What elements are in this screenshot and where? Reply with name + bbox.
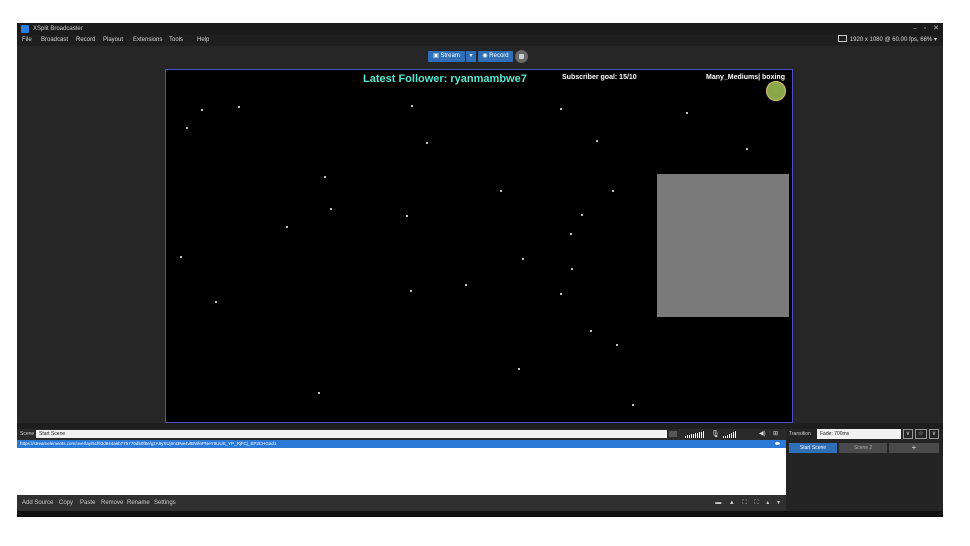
move-down-icon[interactable]: ▾ xyxy=(777,500,780,506)
transition-label: Transition xyxy=(789,431,811,437)
favorite-dropdown-icon[interactable]: ∨ xyxy=(929,429,939,439)
star-dot xyxy=(560,108,562,110)
favorite-star-icon[interactable]: ☆ xyxy=(915,429,927,439)
star-dot xyxy=(324,176,326,178)
star-dot xyxy=(632,404,634,406)
sources-list: https://streamelements.com/overlay/5cf93… xyxy=(17,440,786,495)
lock-icon[interactable]: ▲ xyxy=(729,500,735,506)
xsplit-window: XSplit Broadcaster – ▫ ✕ File Broadcast … xyxy=(17,23,943,517)
settings-button[interactable]: Settings xyxy=(154,495,176,511)
folder-icon[interactable]: ▬ xyxy=(715,500,721,506)
record-button[interactable]: ◉ Record xyxy=(478,51,513,62)
maximize-icon[interactable]: ▫ xyxy=(924,25,926,32)
app-logo-icon xyxy=(21,25,29,33)
star-dot xyxy=(330,208,332,210)
star-dot xyxy=(215,301,217,303)
resolution-label: 1920 x 1080 @ 60.00 fps, 66% xyxy=(849,37,933,43)
menu-help[interactable]: Help xyxy=(197,35,209,46)
transition-dropdown-icon[interactable]: ∨ xyxy=(903,429,913,439)
stream-dropdown-button[interactable]: ▾ xyxy=(466,51,476,62)
star-dot xyxy=(201,109,203,111)
audio-settings-icon[interactable]: ⊞ xyxy=(773,430,778,437)
star-dot xyxy=(410,290,412,292)
minimize-icon[interactable]: – xyxy=(913,25,917,32)
star-dot xyxy=(286,226,288,228)
star-dot xyxy=(318,392,320,394)
mic-volume-meter[interactable] xyxy=(723,431,737,438)
window-title: XSplit Broadcaster xyxy=(33,26,83,32)
sources-toolbar: Add Source Copy Paste Remove Rename Sett… xyxy=(17,495,786,511)
star-dot xyxy=(612,190,614,192)
speaker-icon[interactable]: ◀) xyxy=(759,430,766,437)
scene-name-field[interactable]: Start Scene xyxy=(36,430,667,438)
transition-panel: Transition Fade: 700ms ∨ ☆ ∨ Start Scene… xyxy=(786,429,943,511)
paste-button[interactable]: Paste xyxy=(80,495,95,511)
star-dot xyxy=(500,190,502,192)
copy-button[interactable]: Copy xyxy=(59,495,73,511)
channel-emblem-icon xyxy=(766,81,786,101)
visibility-eye-icon[interactable] xyxy=(775,442,780,445)
menu-tools[interactable]: Tools xyxy=(169,35,183,46)
star-dot xyxy=(596,140,598,142)
menu-record[interactable]: Record xyxy=(76,35,95,46)
resolution-selector[interactable]: 1920 x 1080 @ 60.00 fps, 66% ▾ xyxy=(837,35,937,46)
star-dot xyxy=(616,344,618,346)
latest-follower-text: Latest Follower: ryanmambwe7 xyxy=(363,73,527,85)
scene-start-button[interactable]: Start Scene xyxy=(789,443,837,453)
fullscreen-icon[interactable]: ⛶ xyxy=(754,500,758,506)
menu-extensions[interactable]: Extensions xyxy=(133,35,162,46)
channel-badge-text: Many_Mediums| boxing xyxy=(706,74,785,81)
star-dot xyxy=(746,148,748,150)
menu-file[interactable]: File xyxy=(22,35,32,46)
transition-select[interactable]: Fade: 700ms xyxy=(817,429,901,439)
source-row[interactable]: https://streamelements.com/overlay/5cf93… xyxy=(17,440,786,448)
add-source-button[interactable]: Add Source xyxy=(22,495,53,511)
screenshot-icon[interactable] xyxy=(515,50,528,63)
star-dot xyxy=(522,258,524,260)
star-dot xyxy=(426,142,428,144)
remove-button[interactable]: Remove xyxy=(101,495,123,511)
record-label: Record xyxy=(489,53,509,59)
source-actions: ▬ ▲ ⛶ ⛶ ▴ ▾ xyxy=(709,495,780,511)
microphone-icon[interactable]: 🎙 xyxy=(711,430,720,438)
subscriber-goal-text: Subscriber goal: 15/10 xyxy=(562,74,637,81)
star-dot xyxy=(590,330,592,332)
star-dot xyxy=(560,293,562,295)
speaker-volume-meter[interactable] xyxy=(685,431,705,438)
close-icon[interactable]: ✕ xyxy=(933,25,939,32)
star-dot xyxy=(411,105,413,107)
title-bar: XSplit Broadcaster – ▫ ✕ xyxy=(17,23,943,35)
stream-label: Stream xyxy=(440,53,460,59)
output-device-icon[interactable] xyxy=(669,431,677,437)
add-scene-button[interactable]: + xyxy=(889,443,939,453)
fit-icon[interactable]: ⛶ xyxy=(743,500,747,506)
menu-bar: File Broadcast Record Playout Extensions… xyxy=(17,35,943,46)
star-dot xyxy=(570,233,572,235)
stream-button[interactable]: ▣ Stream xyxy=(428,51,465,62)
window-controls: – ▫ ✕ xyxy=(908,23,939,35)
move-up-icon[interactable]: ▴ xyxy=(766,500,769,506)
star-dot xyxy=(406,215,408,217)
star-dot xyxy=(571,268,573,270)
menu-playout[interactable]: Playout xyxy=(103,35,123,46)
star-dot xyxy=(518,368,520,370)
menu-broadcast[interactable]: Broadcast xyxy=(41,35,68,46)
rename-button[interactable]: Rename xyxy=(127,495,150,511)
star-dot xyxy=(465,284,467,286)
star-dot xyxy=(238,106,240,108)
star-dot xyxy=(581,214,583,216)
broadcast-toolbar: ▣ Stream ▾ ◉ Record xyxy=(17,46,943,68)
webcam-placeholder xyxy=(657,174,789,317)
scene-label: Scene xyxy=(20,431,35,437)
status-strip xyxy=(17,511,943,517)
star-dot xyxy=(186,127,188,129)
source-url: https://streamelements.com/overlay/5cf93… xyxy=(20,441,277,446)
star-dot xyxy=(180,256,182,258)
scene-2-button[interactable]: Scene 2 xyxy=(839,443,887,453)
monitor-icon xyxy=(837,35,847,42)
stage-preview[interactable]: Latest Follower: ryanmambwe7 Subscriber … xyxy=(165,69,793,423)
star-dot xyxy=(686,112,688,114)
